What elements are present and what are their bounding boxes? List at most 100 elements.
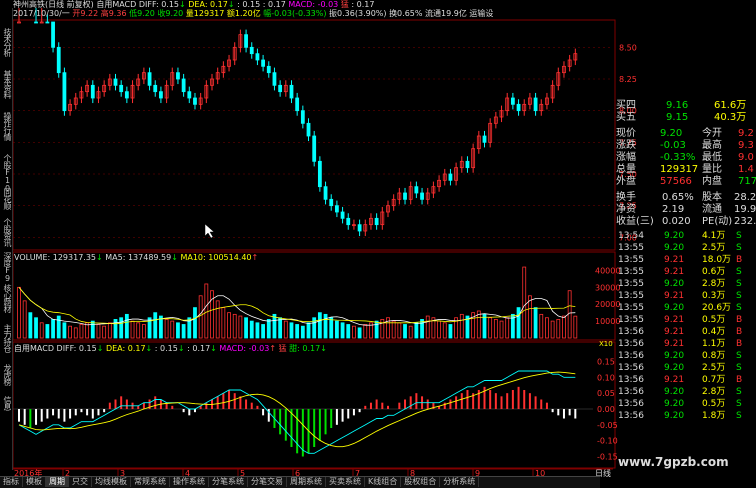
- sidebar-tab-f10[interactable]: 个股F10: [0, 154, 12, 192]
- trade-volume: 20.6万: [702, 303, 732, 313]
- bottom-tab[interactable]: 分析系统: [440, 477, 480, 487]
- volume-bar: [340, 322, 345, 339]
- trade-price: 9.21: [664, 327, 685, 337]
- bottom-tab[interactable]: 周期: [46, 477, 69, 487]
- down-arrow-icon: ↓: [227, 0, 235, 9]
- volume-bar: [39, 322, 44, 339]
- bottom-tab[interactable]: 模板: [23, 477, 46, 487]
- candle-body: [124, 91, 129, 99]
- diff-value: DIFF: 0.15: [138, 0, 180, 9]
- sidebar-tab-ops[interactable]: 操作行情: [0, 112, 12, 140]
- trade-time: 13:55: [618, 243, 644, 253]
- bottom-tab[interactable]: 买卖系统: [326, 477, 365, 487]
- info-open: 开9.22: [72, 9, 99, 18]
- bottom-tab[interactable]: 分笔系统: [209, 477, 248, 487]
- volume-bar: [198, 295, 203, 339]
- candle-body: [334, 205, 339, 213]
- stat-value: -0.03: [660, 140, 686, 151]
- candle-body: [317, 160, 322, 188]
- trade-time: 13:56: [618, 387, 644, 397]
- trade-volume: 2.5万: [702, 243, 726, 253]
- stat-value: 9.20: [660, 128, 683, 139]
- sidebar-tab-ths[interactable]: 同花顺: [0, 188, 12, 209]
- bottom-tab[interactable]: 周期系统: [287, 477, 326, 487]
- volume-bar: [51, 319, 55, 339]
- sidebar-tab-basic[interactable]: 基本资料: [0, 70, 12, 98]
- trade-price: 9.21: [664, 375, 685, 385]
- candle-body: [420, 192, 424, 200]
- candle-body: [357, 224, 362, 232]
- trade-time: 13:56: [618, 399, 644, 409]
- stat-label: 收益(三): [616, 216, 654, 227]
- trade-volume: 0.6万: [702, 267, 726, 277]
- volume-bar: [68, 325, 72, 339]
- bottom-tab[interactable]: 均线模板: [92, 477, 131, 487]
- candle-body: [414, 186, 419, 194]
- stat-label: 今开: [702, 128, 722, 139]
- trade-row: 13:55 9.21 18.0万 B: [614, 254, 756, 266]
- info-amount: 额1.20亿: [226, 9, 261, 18]
- candle-body: [312, 135, 317, 162]
- stock-title: 神州高铁(日线 前复权) 自用MACD: [13, 0, 137, 9]
- trade-volume: 0.3万: [702, 291, 726, 301]
- trade-volume: 2.5万: [702, 363, 726, 373]
- info-industry: 运输设: [469, 9, 494, 18]
- info-change: 幅-0.03(-0.33%): [263, 9, 327, 18]
- volume-bar: [45, 324, 50, 339]
- trade-time: 13:56: [618, 327, 644, 337]
- bottom-tab[interactable]: 只交: [69, 477, 92, 487]
- sidebar-tab-f9[interactable]: 深度F9: [0, 252, 12, 282]
- stat-row: 涨跌 -0.03 最高 9.3: [614, 140, 756, 152]
- trade-price: 9.20: [664, 243, 685, 253]
- bottom-tab[interactable]: 常规系统: [131, 477, 170, 487]
- stat-value: 19.9亿: [734, 204, 756, 215]
- volume-bar: [306, 322, 311, 339]
- info-date: 2017/10/30/一: [13, 9, 70, 18]
- volume-bar: [28, 312, 33, 339]
- sidebar-tab-theme[interactable]: 核心题材: [0, 284, 12, 312]
- bottom-tab[interactable]: 分笔交易: [248, 477, 287, 487]
- candle-body: [147, 72, 152, 86]
- sidebar-tab-tech[interactable]: 技术分析: [0, 28, 12, 56]
- trade-price: 9.21: [664, 315, 685, 325]
- candle-body: [533, 97, 538, 112]
- trade-price: 9.20: [664, 387, 685, 397]
- sidebar-tab-news[interactable]: 个股资讯: [0, 218, 12, 246]
- trade-side: B: [736, 255, 743, 265]
- volume-bar: [141, 324, 146, 339]
- trade-time: 13:55: [618, 279, 644, 289]
- macd-tick-label: -0.15: [597, 453, 618, 462]
- trade-side: S: [736, 243, 742, 253]
- volume-bar: [124, 313, 129, 339]
- sidebar-tab-lhb[interactable]: 龙虎榜: [0, 364, 12, 385]
- trade-volume: 2.8万: [702, 279, 726, 289]
- trade-side: S: [736, 231, 742, 241]
- volume-bar: [397, 322, 402, 339]
- bottom-tab[interactable]: 指标: [0, 477, 23, 487]
- volume-bar: [346, 324, 351, 339]
- trade-side: S: [736, 351, 742, 361]
- sidebar-tab-holdings[interactable]: 主力持仓: [0, 324, 12, 352]
- sidebar-tab-info[interactable]: 信息: [0, 396, 12, 410]
- trade-row: 13:56 9.20 0.5万 S: [614, 398, 756, 410]
- stat-value: 9.3: [738, 140, 754, 151]
- volume-bar: [244, 317, 248, 339]
- bottom-tab[interactable]: 股权组合: [401, 477, 441, 487]
- trade-price: 9.20: [664, 363, 685, 373]
- mouse-cursor-icon: [204, 223, 215, 239]
- candle-body: [90, 84, 95, 99]
- trade-price: 9.20: [664, 399, 685, 409]
- ba-label: 猛: [340, 0, 349, 9]
- trade-time: 13:56: [618, 375, 644, 385]
- trade-volume: 2.8万: [702, 387, 726, 397]
- volume-bar: [221, 307, 226, 339]
- volume-bar: [73, 327, 78, 339]
- info-high: 高9.36: [100, 9, 127, 18]
- bottom-tab[interactable]: K线组合: [365, 477, 402, 487]
- bottom-tab[interactable]: 操作系统: [170, 477, 209, 487]
- stat-value: 129317: [660, 164, 699, 175]
- volume-bar: [499, 320, 504, 339]
- candle-body: [193, 97, 197, 105]
- volume-bar: [79, 324, 84, 339]
- candle-body: [39, 21, 44, 24]
